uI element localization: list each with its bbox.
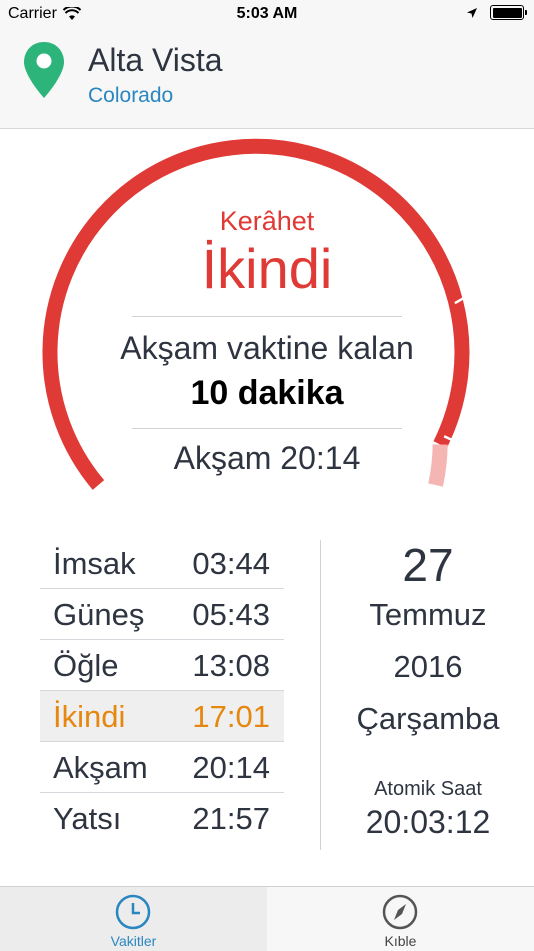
prayer-name: Yatsı — [53, 801, 122, 836]
atomic-clock-label: Atomik Saat — [374, 778, 482, 800]
status-time: 5:03 AM — [236, 5, 298, 22]
prayer-time: 03:44 — [192, 546, 270, 581]
tab-label: Kıble — [384, 933, 417, 949]
prayer-time: 17:01 — [192, 699, 270, 734]
prayer-time: 20:14 — [192, 750, 270, 785]
prayer-name: İmsak — [53, 546, 136, 581]
kerahet-label: Kerâhet — [219, 206, 315, 236]
clock-icon — [115, 894, 151, 930]
status-bar: Carrier 5:03 AM — [0, 0, 534, 30]
tab-label: Vakitler — [110, 933, 157, 949]
compass-icon — [382, 894, 418, 930]
tab-kible[interactable]: Kıble — [267, 887, 534, 951]
atomic-clock-time: 20:03:12 — [365, 804, 491, 840]
prayer-time: 05:43 — [192, 597, 270, 632]
region-name: Colorado — [88, 84, 174, 107]
tab-bar: Vakitler Kıble — [0, 886, 534, 951]
prayer-row-ikindi: İkindi 17:01 — [40, 691, 284, 742]
divider — [132, 316, 402, 317]
city-name: Alta Vista — [88, 42, 223, 78]
next-prayer-time: Akşam 20:14 — [173, 440, 361, 476]
vertical-divider — [320, 540, 321, 850]
battery-icon — [490, 5, 527, 20]
location-arrow-icon — [467, 7, 477, 18]
tab-vakitler[interactable]: Vakitler — [0, 887, 267, 951]
remaining-value: 10 dakika — [190, 374, 344, 412]
prayer-time: 13:08 — [192, 648, 270, 683]
date-weekday: Çarşamba — [356, 701, 500, 736]
prayer-name: Öğle — [53, 648, 119, 683]
prayer-row-yatsi: Yatsı 21:57 — [40, 793, 284, 844]
prayer-name: İkindi — [53, 699, 126, 734]
prayer-name: Akşam — [53, 750, 148, 785]
prayer-row-gunes: Güneş 05:43 — [40, 589, 284, 640]
remaining-label: Akşam vaktine kalan — [120, 330, 414, 366]
location-pin-icon — [24, 42, 64, 98]
prayer-row-aksam: Akşam 20:14 — [40, 742, 284, 793]
prayer-row-ogle: Öğle 13:08 — [40, 640, 284, 691]
date-month: Temmuz — [369, 597, 487, 632]
prayer-row-imsak: İmsak 03:44 — [40, 538, 284, 589]
prayer-time: 21:57 — [192, 801, 270, 836]
prayer-times-list: İmsak 03:44 Güneş 05:43 Öğle 13:08 İkind… — [40, 538, 284, 844]
prayer-name: Güneş — [53, 597, 145, 632]
divider — [132, 428, 402, 429]
date-day: 27 — [402, 539, 454, 591]
current-prayer-name: İkindi — [201, 237, 333, 300]
location-header[interactable]: Alta Vista Colorado — [0, 30, 534, 129]
date-year: 2016 — [393, 649, 463, 684]
